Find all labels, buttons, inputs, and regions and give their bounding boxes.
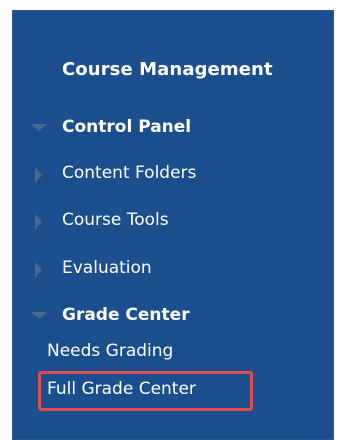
triangle-down-icon	[31, 312, 47, 319]
menu-item-label: Content Folders	[62, 163, 197, 183]
triangle-right-icon	[35, 167, 42, 183]
triangle-right-icon	[35, 262, 42, 278]
menu-item-label: Evaluation	[62, 258, 152, 278]
menu-item-content-folders[interactable]: Content Folders	[13, 161, 333, 189]
full-grade-center-highlight-box	[38, 371, 253, 411]
grade-center-link-needs-grading[interactable]: Needs Grading	[47, 341, 173, 361]
menu-item-evaluation[interactable]: Evaluation	[13, 256, 333, 284]
screen: Course Management Control Panel Content …	[0, 0, 347, 440]
menu-item-label: Control Panel	[62, 117, 192, 137]
course-management-heading: Course Management	[62, 59, 273, 80]
triangle-right-icon	[35, 214, 42, 230]
menu-item-label: Course Tools	[62, 210, 169, 230]
triangle-down-icon	[31, 124, 47, 131]
menu-item-control-panel[interactable]: Control Panel	[13, 115, 333, 143]
menu-item-course-tools[interactable]: Course Tools	[13, 208, 333, 236]
menu-item-grade-center[interactable]: Grade Center	[13, 303, 333, 331]
menu-item-label: Grade Center	[62, 305, 190, 325]
course-management-panel: Course Management Control Panel Content …	[12, 10, 334, 440]
